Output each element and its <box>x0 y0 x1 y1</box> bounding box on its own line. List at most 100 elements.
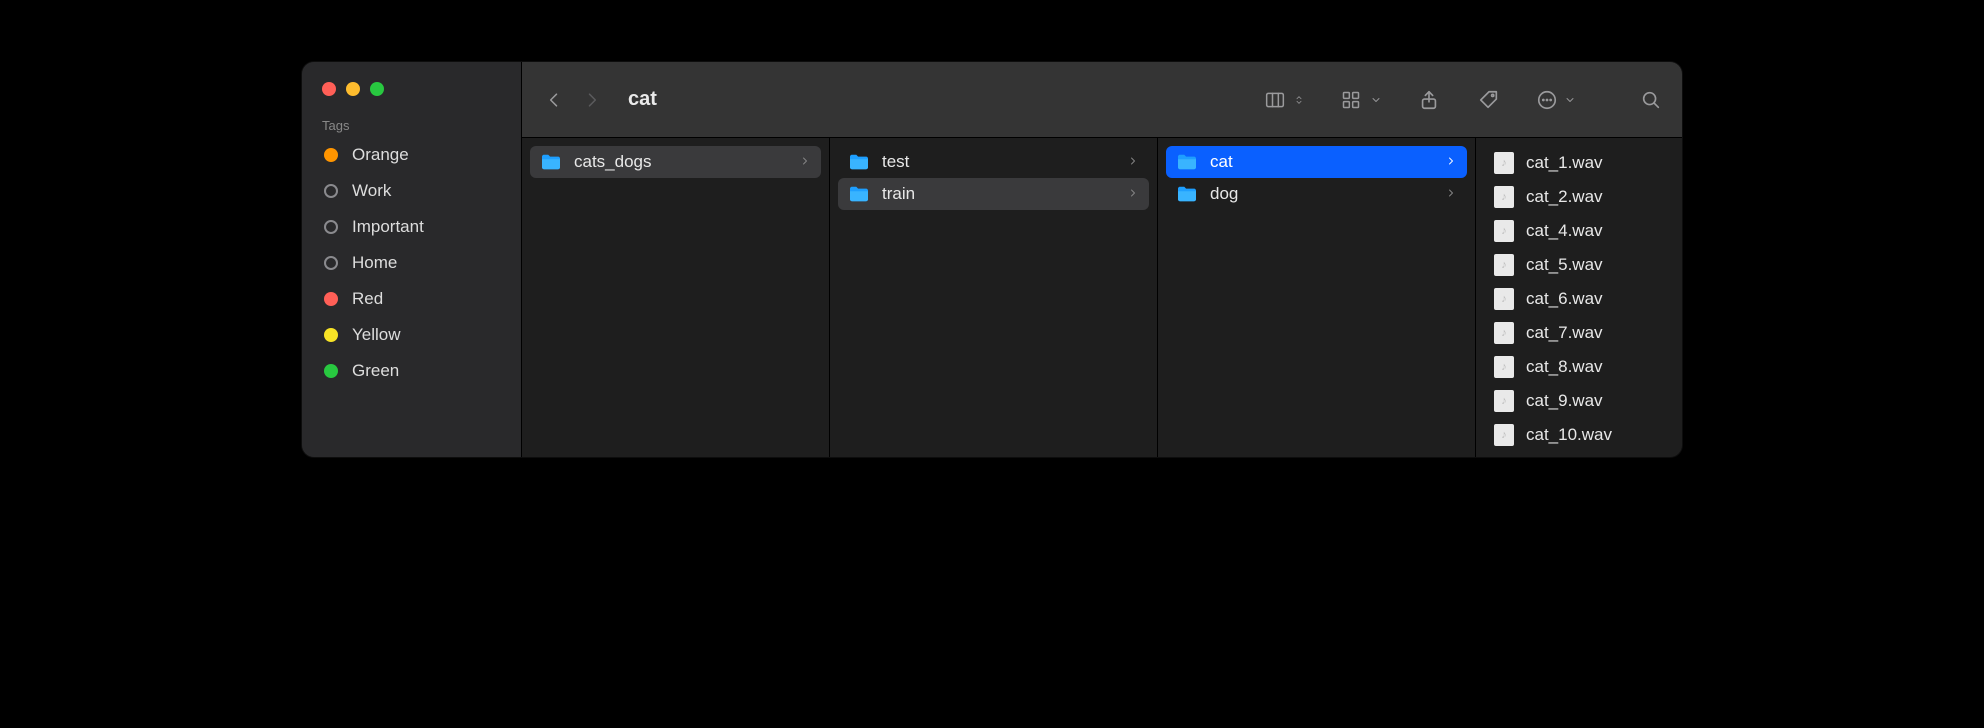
window-controls <box>302 82 521 96</box>
folder-row[interactable]: train <box>838 178 1149 210</box>
tags-list: Orange Work Important Home Red Yellow Green <box>302 137 521 389</box>
chevron-right-icon <box>1445 187 1457 199</box>
chevron-right-icon <box>582 90 602 110</box>
file-row[interactable]: ♪ cat_6.wav <box>1484 282 1674 316</box>
column: cats_dogs <box>522 138 830 457</box>
chevron-right-icon <box>1127 155 1139 167</box>
file-row[interactable]: ♪ cat_2.wav <box>1484 180 1674 214</box>
audio-file-icon: ♪ <box>1494 220 1514 242</box>
folder-icon <box>1176 153 1198 171</box>
sidebar-tag[interactable]: Yellow <box>310 317 513 353</box>
group-by-button[interactable] <box>1338 90 1382 110</box>
sidebar: Tags Orange Work Important Home Red Yellow Gre… <box>302 62 522 457</box>
tag-dot-icon <box>324 328 338 342</box>
disclosure-chevron <box>799 152 811 172</box>
folder-icon <box>1176 185 1198 203</box>
columns-icon <box>1262 90 1288 110</box>
audio-file-icon: ♪ <box>1494 288 1514 310</box>
sidebar-tag-label: Important <box>352 217 424 237</box>
sidebar-tag-label: Home <box>352 253 397 273</box>
audio-file-icon: ♪ <box>1494 254 1514 276</box>
sidebar-tag[interactable]: Red <box>310 281 513 317</box>
audio-file-icon: ♪ <box>1494 186 1514 208</box>
item-name: cat_5.wav <box>1526 255 1664 275</box>
updown-icon <box>1294 92 1304 108</box>
disclosure-chevron <box>1127 184 1139 204</box>
item-name: cats_dogs <box>574 152 787 172</box>
file-row[interactable]: ♪ cat_8.wav <box>1484 350 1674 384</box>
folder-icon <box>1176 185 1198 203</box>
sidebar-tag[interactable]: Home <box>310 245 513 281</box>
item-name: cat_1.wav <box>1526 153 1664 173</box>
sidebar-tag-label: Orange <box>352 145 409 165</box>
audio-file-icon: ♪ <box>1494 424 1514 446</box>
toolbar: cat <box>522 62 1682 138</box>
disclosure-chevron <box>1127 152 1139 172</box>
column: test train <box>830 138 1158 457</box>
action-menu-button[interactable] <box>1536 89 1576 111</box>
ellipsis-circle-icon <box>1536 89 1558 111</box>
item-name: cat_8.wav <box>1526 357 1664 377</box>
close-button[interactable] <box>322 82 336 96</box>
grid-icon <box>1338 90 1364 110</box>
item-name: cat_9.wav <box>1526 391 1664 411</box>
audio-file-icon: ♪ <box>1494 356 1514 378</box>
view-columns-button[interactable] <box>1262 90 1304 110</box>
folder-title: cat <box>628 88 657 111</box>
file-row[interactable]: ♪cat_7.wav <box>1484 316 1674 350</box>
tag-dot-icon <box>324 364 338 378</box>
item-name: cat <box>1210 152 1433 172</box>
sidebar-tag[interactable]: Important <box>310 209 513 245</box>
disclosure-chevron <box>1445 184 1457 204</box>
search-icon <box>1640 89 1662 111</box>
item-name: train <box>882 184 1115 204</box>
folder-icon <box>540 153 562 171</box>
file-row[interactable]: ♪ cat_5.wav <box>1484 248 1674 282</box>
chevron-right-icon <box>1445 155 1457 167</box>
folder-icon <box>848 153 870 171</box>
search-button[interactable] <box>1638 87 1664 113</box>
tag-dot-icon <box>324 256 338 270</box>
sidebar-tag[interactable]: Orange <box>310 137 513 173</box>
sidebar-section-label: Tags <box>302 118 521 137</box>
folder-row[interactable]: cat <box>1166 146 1467 178</box>
folder-row[interactable]: cats_dogs <box>530 146 821 178</box>
share-icon <box>1418 89 1440 111</box>
chevron-down-icon <box>1370 94 1382 106</box>
audio-file-icon: ♪ <box>1494 152 1514 174</box>
item-name: test <box>882 152 1115 172</box>
nav-forward-button[interactable] <box>578 84 606 116</box>
sidebar-tag[interactable]: Green <box>310 353 513 389</box>
sidebar-tag-label: Red <box>352 289 383 309</box>
share-button[interactable] <box>1416 87 1442 113</box>
file-row[interactable]: ♪ cat_10.wav <box>1484 418 1674 452</box>
folder-row[interactable]: test <box>838 146 1149 178</box>
column: cat dog <box>1158 138 1476 457</box>
nav-back-button[interactable] <box>540 84 568 116</box>
tag-icon <box>1478 89 1500 111</box>
minimize-button[interactable] <box>346 82 360 96</box>
file-row[interactable]: ♪ cat_9.wav <box>1484 384 1674 418</box>
folder-icon <box>848 153 870 171</box>
file-row[interactable]: ♪ cat_1.wav <box>1484 146 1674 180</box>
folder-row[interactable]: dog <box>1166 178 1467 210</box>
disclosure-chevron <box>1445 152 1457 172</box>
chevron-right-icon <box>799 155 811 167</box>
zoom-button[interactable] <box>370 82 384 96</box>
chevron-down-icon <box>1564 94 1576 106</box>
item-name: cat_4.wav <box>1526 221 1664 241</box>
folder-icon <box>540 153 562 171</box>
folder-icon <box>848 185 870 203</box>
item-name: cat_6.wav <box>1526 289 1664 309</box>
folder-icon <box>1176 153 1198 171</box>
item-name: cat_10.wav <box>1526 425 1664 445</box>
item-name: cat_2.wav <box>1526 187 1664 207</box>
finder-window: Tags Orange Work Important Home Red Yellow Gre… <box>302 62 1682 457</box>
column: ♪ cat_1.wav ♪ cat_2.wav ♪ cat_4.wav ♪ cat_5.wav… <box>1476 138 1682 457</box>
sidebar-tag[interactable]: Work <box>310 173 513 209</box>
tags-button[interactable] <box>1476 87 1502 113</box>
audio-file-icon: ♪ <box>1494 390 1514 412</box>
chevron-right-icon <box>1127 187 1139 199</box>
file-row[interactable]: ♪ cat_4.wav <box>1484 214 1674 248</box>
sidebar-tag-label: Yellow <box>352 325 401 345</box>
